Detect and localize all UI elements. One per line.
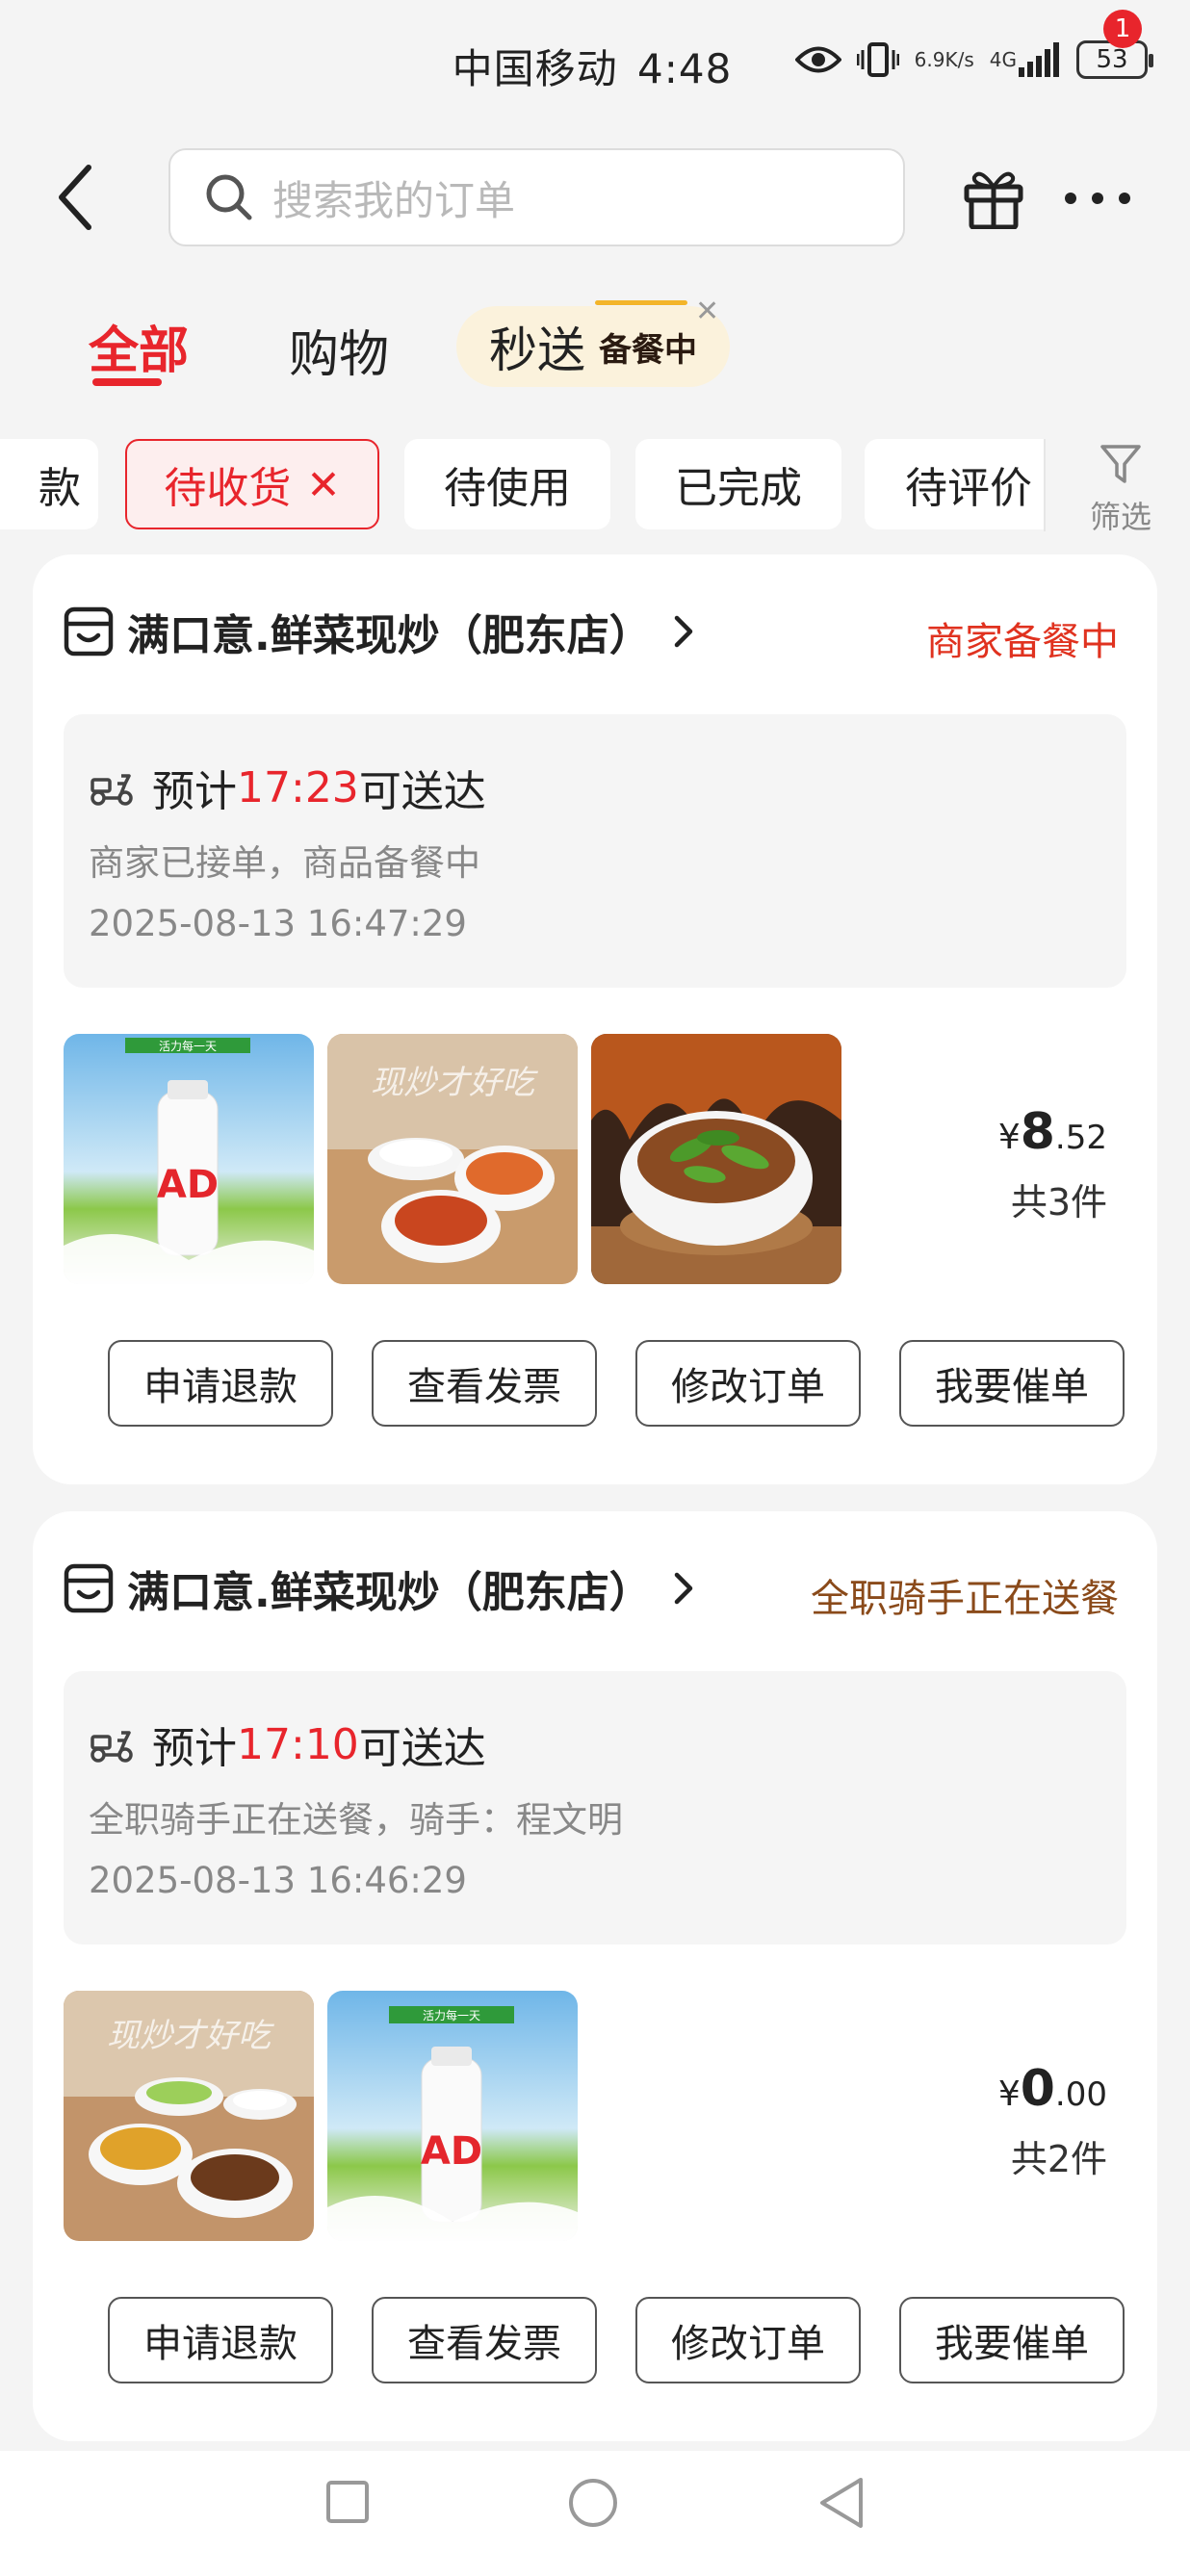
tab-all[interactable]: 全部 bbox=[89, 310, 189, 382]
order-price: ¥8.52 bbox=[997, 1103, 1107, 1161]
tab-miaosong-badge: 备餐中 bbox=[599, 330, 697, 370]
back-nav-button[interactable] bbox=[818, 2476, 865, 2534]
modify-order-button[interactable]: 修改订单 bbox=[635, 1340, 861, 1427]
product-thumbnail-stir-fry bbox=[591, 1034, 841, 1284]
chevron-right-icon bbox=[674, 1572, 692, 1605]
status-bar: 中国移动 4:48 6.9 K/s 4G 53 bbox=[0, 0, 1190, 135]
view-invoice-button[interactable]: 查看发票 bbox=[372, 1340, 597, 1427]
refund-button[interactable]: 申请退款 bbox=[108, 2297, 333, 2383]
more-dots-icon bbox=[1065, 193, 1130, 204]
tab-shopping[interactable]: 购物 bbox=[289, 314, 389, 386]
svg-text:现炒才好吃: 现炒才好吃 bbox=[107, 2017, 274, 2055]
shop-name: 满口意.鲜菜现炒（肥东店） bbox=[127, 611, 652, 660]
price-summary: ¥8.52 共3件 bbox=[998, 1103, 1107, 1225]
eye-icon bbox=[794, 43, 841, 76]
delivery-info[interactable]: 预计 17:10 可送达 全职骑手正在送餐，骑手：程文明 2025-08-13 16… bbox=[64, 1671, 1126, 1945]
recent-apps-button[interactable] bbox=[325, 2480, 370, 2528]
order-card[interactable]: 满口意.鲜菜现炒（肥东店） 商家备餐中 预计 17:23 可送达 商家已接单，商品备… bbox=[33, 554, 1157, 1484]
filter-button[interactable]: 筛选 bbox=[1044, 439, 1190, 535]
refund-button[interactable]: 申请退款 bbox=[108, 1340, 333, 1427]
svg-text:AD: AD bbox=[421, 2129, 482, 2174]
miaosong-decoration bbox=[595, 300, 687, 305]
clear-filter-icon[interactable]: ✕ bbox=[306, 461, 340, 508]
close-icon[interactable]: ✕ bbox=[695, 295, 719, 328]
carrier-name: 中国移动 bbox=[452, 45, 618, 92]
notification-badge: 1 bbox=[1103, 10, 1142, 48]
order-price: ¥0.00 bbox=[997, 2060, 1107, 2118]
price-summary: ¥0.00 共2件 bbox=[998, 2060, 1107, 2182]
urge-order-button[interactable]: 我要催单 bbox=[899, 1340, 1125, 1427]
svg-text:现炒才好吃: 现炒才好吃 bbox=[371, 1064, 538, 1102]
tab-miaosong[interactable]: 秒送 备餐中 bbox=[456, 306, 730, 387]
system-nav-bar bbox=[0, 2451, 1190, 2576]
eta-line: 预计 17:23 可送达 bbox=[89, 757, 486, 818]
view-invoice-button[interactable]: 查看发票 bbox=[372, 2297, 597, 2383]
chip-partial[interactable]: 款 bbox=[0, 439, 98, 529]
search-input[interactable]: 搜索我的订单 bbox=[168, 148, 905, 246]
scooter-icon bbox=[91, 1731, 133, 1763]
network-speed: 6.9 K/s bbox=[914, 48, 974, 71]
order-timestamp: 2025-08-13 16:46:29 bbox=[89, 1860, 467, 1901]
clock: 4:48 bbox=[637, 45, 733, 92]
product-thumbnail-milk: 活力每一天 AD bbox=[327, 1991, 578, 2241]
eta-time: 17:23 bbox=[237, 762, 359, 812]
filter-label: 筛选 bbox=[1090, 499, 1152, 535]
store-icon bbox=[64, 1563, 114, 1613]
shop-link[interactable]: 满口意.鲜菜现炒（肥东店） bbox=[64, 603, 694, 660]
search-icon bbox=[206, 174, 252, 220]
circle-icon bbox=[569, 2479, 617, 2527]
chip-to-use[interactable]: 待使用 bbox=[404, 439, 610, 529]
svg-text:活力每一天: 活力每一天 bbox=[423, 2008, 480, 2022]
product-thumbnails[interactable]: 现炒才好吃 活力每一天 AD bbox=[64, 1991, 578, 2241]
tab-miaosong-label: 秒送 bbox=[489, 322, 585, 378]
order-actions: 申请退款 查看发票 修改订单 我要催单 bbox=[108, 1340, 1125, 1427]
order-status: 全职骑手正在送餐 bbox=[811, 1577, 1119, 1621]
delivery-info[interactable]: 预计 17:23 可送达 商家已接单，商品备餐中 2025-08-13 16:47:… bbox=[64, 714, 1126, 988]
order-detail: 全职骑手正在送餐，骑手：程文明 bbox=[89, 1799, 623, 1841]
chip-completed[interactable]: 已完成 bbox=[635, 439, 841, 529]
svg-text:活力每一天: 活力每一天 bbox=[159, 1039, 217, 1053]
gift-icon bbox=[964, 171, 1023, 230]
status-filter-bar: 款 待收货 ✕ 待使用 已完成 待评价 筛选 bbox=[0, 439, 1190, 535]
order-status: 商家备餐中 bbox=[926, 620, 1119, 664]
item-count: 共2件 bbox=[1010, 2138, 1107, 2180]
back-arrow-icon bbox=[59, 165, 91, 230]
order-detail: 商家已接单，商品备餐中 bbox=[89, 842, 480, 884]
modify-order-button[interactable]: 修改订单 bbox=[635, 2297, 861, 2383]
chip-to-review[interactable]: 待评价 bbox=[865, 439, 1057, 529]
scooter-icon bbox=[91, 774, 133, 806]
funnel-icon bbox=[1100, 445, 1141, 483]
product-thumbnails[interactable]: AD 活力每一天 现炒才好吃 bbox=[64, 1034, 841, 1284]
urge-order-button[interactable]: 我要催单 bbox=[899, 2297, 1125, 2383]
eta-time: 17:10 bbox=[237, 1719, 359, 1769]
triangle-back-icon bbox=[820, 2478, 863, 2528]
order-card[interactable]: 满口意.鲜菜现炒（肥东店） 全职骑手正在送餐 预计 17:10 可送达 全职骑手正在… bbox=[33, 1511, 1157, 2441]
battery-indicator: 53 bbox=[1076, 40, 1153, 79]
tab-active-indicator bbox=[92, 378, 162, 386]
gift-button[interactable] bbox=[963, 166, 1024, 233]
chip-to-receive[interactable]: 待收货 ✕ bbox=[125, 439, 379, 529]
product-thumbnail-set-meal: 现炒才好吃 bbox=[327, 1034, 578, 1284]
shop-link[interactable]: 满口意.鲜菜现炒（肥东店） bbox=[64, 1559, 694, 1617]
signal-icon: 4G bbox=[990, 42, 1061, 77]
store-icon bbox=[64, 606, 114, 657]
chip-to-receive-label: 待收货 bbox=[164, 464, 292, 513]
square-icon bbox=[326, 2481, 369, 2523]
item-count: 共3件 bbox=[1010, 1181, 1107, 1224]
order-timestamp: 2025-08-13 16:47:29 bbox=[89, 903, 467, 944]
chevron-right-icon bbox=[674, 615, 692, 648]
eta-line: 预计 17:10 可送达 bbox=[89, 1713, 486, 1775]
vibrate-icon bbox=[856, 40, 899, 79]
more-menu-button[interactable] bbox=[1061, 169, 1134, 227]
svg-text:AD: AD bbox=[157, 1163, 219, 1207]
order-actions: 申请退款 查看发票 修改订单 我要催单 bbox=[108, 2297, 1125, 2383]
back-button[interactable] bbox=[56, 164, 114, 231]
search-placeholder: 搜索我的订单 bbox=[272, 176, 516, 224]
product-thumbnail-milk: AD 活力每一天 bbox=[64, 1034, 314, 1284]
home-button[interactable] bbox=[568, 2478, 618, 2532]
product-thumbnail-set-meal: 现炒才好吃 bbox=[64, 1991, 314, 2241]
shop-name: 满口意.鲜菜现炒（肥东店） bbox=[127, 1568, 652, 1617]
header: 搜索我的订单 bbox=[0, 144, 1190, 250]
